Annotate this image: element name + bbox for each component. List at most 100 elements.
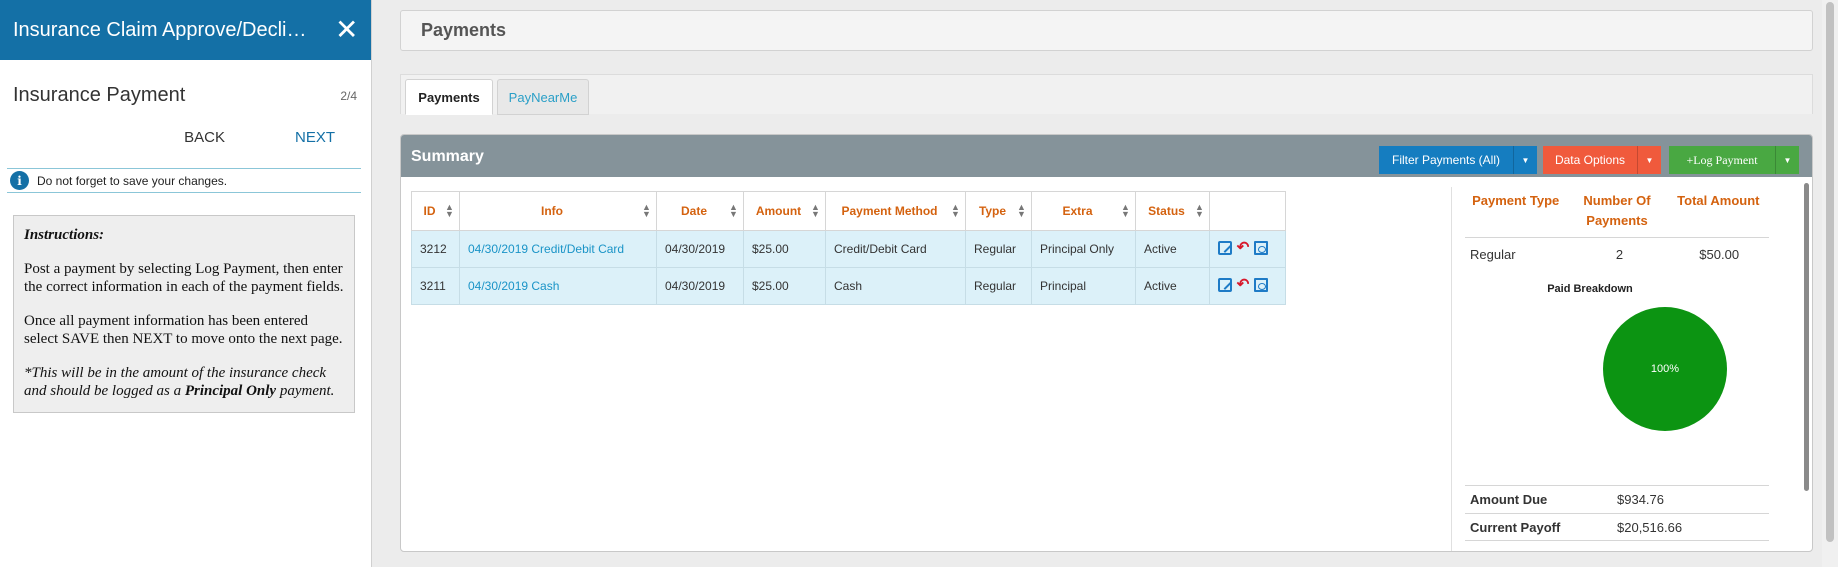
column-header-amount[interactable]: Amount ▲ ▼ [743,191,826,231]
breakdown-header: Payment Type Number Of Payments Total Am… [1465,191,1769,238]
tab-paynearme[interactable]: PayNearMe [497,79,589,115]
payments-table: ID ▲ ▼ Info ▲ ▼ Date ▲ ▼ Amount ▲ ▼ Payment Meth… [411,191,1286,305]
step-counter: 2/4 [340,88,357,103]
page-scrollbar-thumb[interactable] [1826,2,1834,542]
breakdown-count: 2 [1615,246,1624,262]
column-divider [1451,187,1452,551]
table-header-row: ID ▲ ▼ Info ▲ ▼ Date ▲ ▼ Amount ▲ ▼ Payment Meth… [411,191,1286,231]
chevron-down-icon[interactable]: ▼ [1637,146,1661,174]
sort-icon[interactable]: ▲ ▼ [811,203,820,219]
sort-icon[interactable]: ▲ ▼ [1121,203,1130,219]
filter-payments-group: Filter Payments (All) ▼ [1379,146,1537,174]
amount-due-label: Amount Due [1470,492,1548,507]
cell-payment-method: Cash [825,267,966,305]
amount-due-row: Amount Due $934.76 [1465,485,1769,513]
table-row: 3212 04/30/2019 Credit/Debit Card 04/30/… [411,230,1286,268]
column-header-type[interactable]: Type ▲ ▼ [965,191,1032,231]
close-icon[interactable]: ✕ [335,16,358,44]
payment-breakdown: Payment Type Number Of Payments Total Am… [1465,191,1769,431]
cell-info-link[interactable]: 04/30/2019 Cash [459,267,657,305]
step-navigation: BACK NEXT [0,107,371,152]
current-payoff-label: Current Payoff [1470,519,1561,535]
instructions-note: *This will be in the amount of the insur… [24,364,344,400]
cell-amount: $25.00 [743,230,826,268]
tab-payments[interactable]: Payments [405,79,493,115]
current-payoff-value: $20,516.66 [1617,519,1683,535]
instructions-paragraph-2: Once all payment information has been en… [24,313,343,347]
table-row: 3211 04/30/2019 Cash 04/30/2019 $25.00 C… [411,267,1286,305]
notice-text: Do not forget to save your changes. [37,173,228,188]
cell-extra: Principal [1031,267,1136,305]
pdf-icon[interactable] [1254,240,1268,255]
breakdown-header-total: Total Amount [1677,193,1760,208]
breakdown-header-count: Number Of Payments [1583,193,1651,228]
cell-id: 3211 [411,267,460,305]
column-header-actions [1209,191,1286,231]
column-header-payment-method[interactable]: Payment Method ▲ ▼ [825,191,966,231]
breakdown-total: $50.00 [1699,246,1740,262]
data-options-button[interactable]: Data Options [1543,146,1637,174]
chevron-down-icon[interactable]: ▼ [1775,146,1799,174]
loan-totals: Amount Due $934.76 Current Payoff $20,51… [1465,485,1769,541]
next-button[interactable]: NEXT [283,123,347,152]
cell-date: 04/30/2019 [656,267,744,305]
panel-header: Insurance Claim Approve/Decli… ✕ [0,0,371,60]
log-payment-button[interactable]: +Log Payment [1669,146,1775,174]
cell-payment-method: Credit/Debit Card [825,230,966,268]
sort-icon[interactable]: ▲ ▼ [445,203,454,219]
column-header-info[interactable]: Info ▲ ▼ [459,191,657,231]
log-payment-group: +Log Payment ▼ [1669,146,1799,174]
cell-date: 04/30/2019 [656,230,744,268]
column-header-date[interactable]: Date ▲ ▼ [656,191,744,231]
page-scrollbar[interactable] [1822,0,1838,567]
pie-label: 100% [1650,363,1680,375]
paid-breakdown-title: Paid Breakdown [1547,283,1633,295]
note-bold: Principal Only [184,383,277,399]
data-options-group: Data Options ▼ [1543,146,1661,174]
sort-icon[interactable]: ▲ ▼ [1195,203,1204,219]
cell-type: Regular [965,267,1032,305]
column-header-extra[interactable]: Extra ▲ ▼ [1031,191,1136,231]
edit-icon[interactable] [1218,240,1232,255]
cell-actions: ↶ [1209,230,1286,268]
summary-header: Summary Filter Payments (All) ▼ Data Opt… [401,135,1812,177]
breakdown-type: Regular [1470,246,1516,262]
sort-icon[interactable]: ▲ ▼ [642,203,651,219]
cell-amount: $25.00 [743,267,826,305]
sort-icon[interactable]: ▲ ▼ [1017,203,1026,219]
summary-panel: Summary Filter Payments (All) ▼ Data Opt… [400,134,1813,552]
info-icon: i [10,171,29,190]
save-notice: i Do not forget to save your changes. [7,168,361,193]
filter-payments-button[interactable]: Filter Payments (All) [1379,146,1513,174]
amount-due-value: $934.76 [1617,492,1664,507]
undo-icon[interactable]: ↶ [1236,277,1250,292]
sort-icon[interactable]: ▲ ▼ [951,203,960,219]
sort-icon[interactable]: ▲ ▼ [729,203,738,219]
claim-side-panel: Insurance Claim Approve/Decli… ✕ Insuran… [0,0,372,567]
cell-id: 3212 [411,230,460,268]
instructions-paragraph-1: Post a payment by selecting Log Payment,… [24,261,344,295]
cell-status: Active [1135,230,1210,268]
column-header-status[interactable]: Status ▲ ▼ [1135,191,1210,231]
undo-icon[interactable]: ↶ [1236,240,1250,255]
current-payoff-row: Current Payoff $20,516.66 [1465,513,1769,541]
tab-bar: Payments PayNearMe [400,74,1813,115]
edit-icon[interactable] [1218,277,1232,292]
column-header-id[interactable]: ID ▲ ▼ [411,191,460,231]
cell-status: Active [1135,267,1210,305]
cell-actions: ↶ [1209,267,1286,305]
pdf-icon[interactable] [1254,277,1268,292]
cell-extra: Principal Only [1031,230,1136,268]
breakdown-header-type: Payment Type [1472,193,1560,208]
panel-scrollbar[interactable] [1804,183,1809,491]
note-suffix: payment. [276,383,335,399]
back-button[interactable]: BACK [172,123,237,152]
cell-info-link[interactable]: 04/30/2019 Credit/Debit Card [459,230,657,268]
cell-type: Regular [965,230,1032,268]
panel-title: Insurance Claim Approve/Decli… [13,18,307,41]
instructions-box: Instructions: Post a payment by selectin… [13,215,355,413]
page-title: Payments [400,10,1813,51]
breakdown-row: Regular 2 $50.00 [1465,238,1769,270]
chevron-down-icon[interactable]: ▼ [1513,146,1537,174]
instructions-title: Instructions: [24,227,105,243]
